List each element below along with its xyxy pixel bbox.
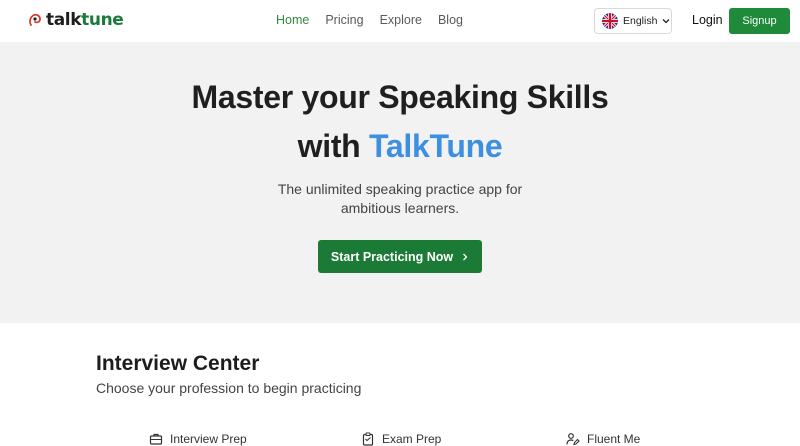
uk-flag-icon	[602, 13, 618, 29]
clipboard-icon	[362, 432, 374, 446]
logo[interactable]: talktune	[28, 10, 124, 30]
language-label: English	[623, 15, 658, 27]
hero-subtitle: The unlimited speaking practice app for …	[277, 181, 523, 216]
category-label: Interview Prep	[170, 432, 247, 446]
hero-section: Master your Speaking Skills with TalkTun…	[0, 42, 800, 323]
nav-link-home[interactable]: Home	[276, 13, 309, 27]
chevron-down-icon	[662, 19, 670, 24]
logo-text-talk: talk	[46, 10, 82, 30]
main-nav: Home Pricing Explore Blog	[276, 13, 479, 27]
nav-link-explore[interactable]: Explore	[380, 13, 422, 27]
top-navbar: talktune Home Pricing Explore Blog Engli…	[0, 0, 800, 42]
hero-title-line1: Master your Speaking Skills	[191, 79, 609, 115]
section-title: Interview Center	[96, 352, 260, 375]
section-subtitle: Choose your profession to begin practici…	[96, 380, 362, 396]
category-exam-prep[interactable]: Exam Prep	[361, 432, 441, 446]
nav-link-pricing[interactable]: Pricing	[325, 13, 363, 27]
category-label: Exam Prep	[382, 432, 442, 446]
nav-link-blog[interactable]: Blog	[438, 13, 463, 27]
briefcase-icon	[149, 433, 163, 445]
hero-title-brand: TalkTune	[369, 128, 503, 164]
hero-title-line2: with TalkTune	[0, 128, 800, 165]
category-label: Fluent Me	[587, 432, 641, 446]
category-interview-prep[interactable]: Interview Prep	[149, 432, 247, 446]
category-fluent-me[interactable]: Fluent Me	[566, 432, 640, 446]
start-practicing-button[interactable]: Start Practicing Now	[318, 240, 482, 273]
start-practicing-label: Start Practicing Now	[330, 249, 454, 264]
person-edit-icon	[566, 433, 580, 446]
logo-mark-icon	[29, 13, 41, 26]
logo-text-tune: tune	[81, 10, 124, 30]
logo-text: talktune	[46, 10, 124, 30]
login-link[interactable]: Login	[692, 13, 723, 27]
language-selector[interactable]: English	[594, 8, 672, 34]
chevron-right-icon	[463, 253, 468, 260]
signup-button[interactable]: Signup	[729, 8, 790, 34]
hero-title-prefix: with	[297, 128, 370, 164]
